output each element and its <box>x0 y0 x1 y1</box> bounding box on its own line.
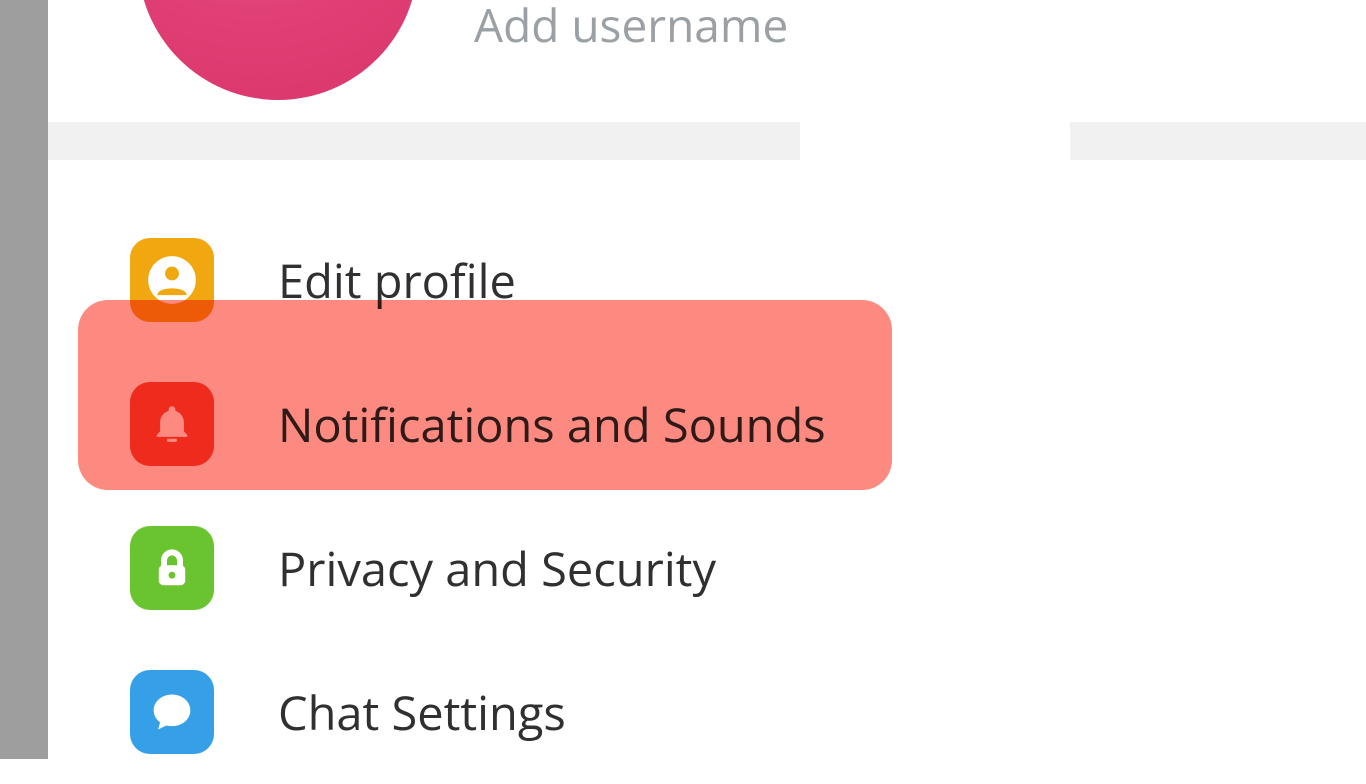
add-username-link[interactable]: Add username <box>474 0 788 56</box>
menu-item-privacy[interactable]: Privacy and Security <box>48 496 1366 640</box>
divider-tab <box>800 122 1070 160</box>
menu-item-chat-settings[interactable]: Chat Settings <box>48 640 1366 784</box>
profile-section: Add username <box>48 0 1366 122</box>
menu-item-notifications[interactable]: Notifications and Sounds <box>48 352 1366 496</box>
window-shadow <box>0 0 48 759</box>
person-icon <box>130 238 214 322</box>
menu-item-label: Edit profile <box>278 248 516 312</box>
menu-item-label: Chat Settings <box>278 680 566 744</box>
settings-panel: Add username Edit profile Notifications … <box>48 0 1366 759</box>
chat-icon <box>130 670 214 754</box>
settings-menu: Edit profile Notifications and Sounds Pr… <box>48 160 1366 784</box>
bell-icon <box>130 382 214 466</box>
menu-item-label: Notifications and Sounds <box>278 392 826 456</box>
section-divider <box>48 122 1366 160</box>
lock-icon <box>130 526 214 610</box>
avatar[interactable] <box>138 0 418 100</box>
menu-item-edit-profile[interactable]: Edit profile <box>48 208 1366 352</box>
menu-item-label: Privacy and Security <box>278 536 716 600</box>
